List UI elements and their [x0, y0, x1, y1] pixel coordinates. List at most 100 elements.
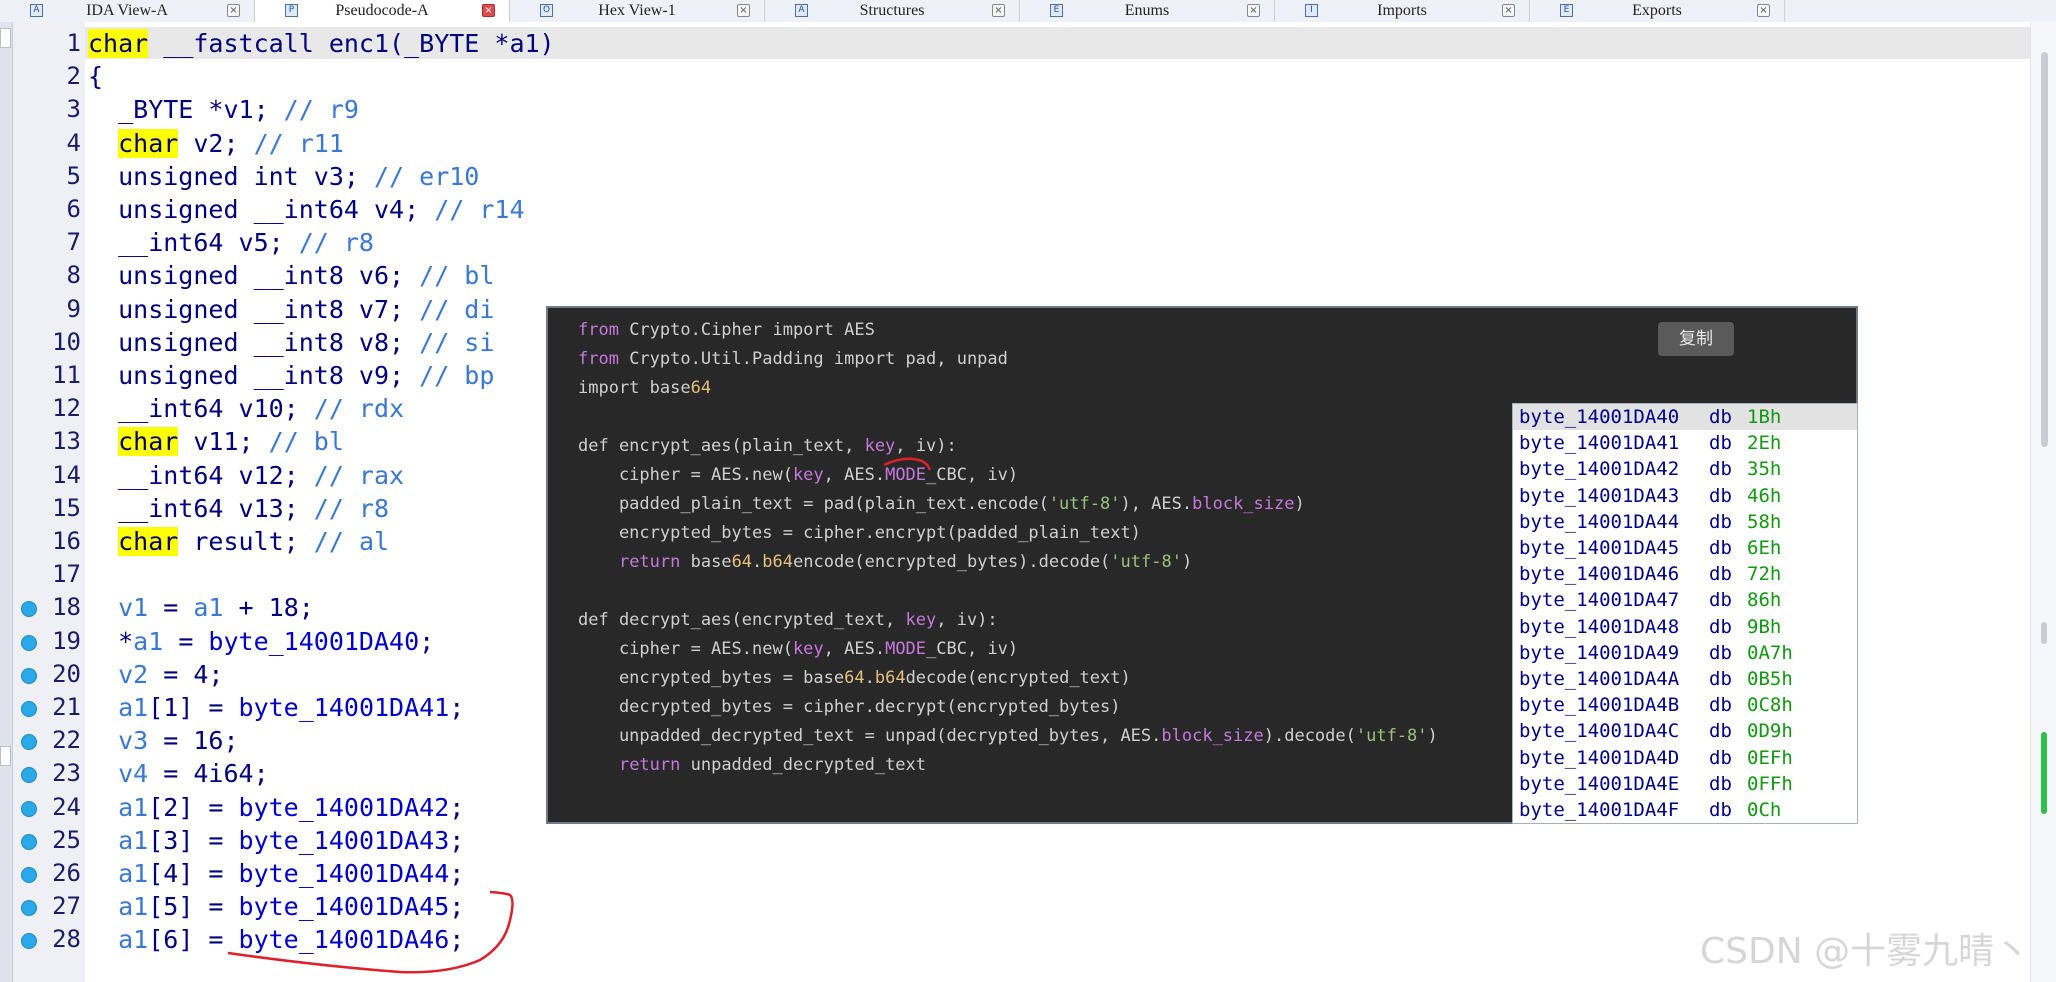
hex-list-row[interactable]: byte_14001DA42 db 35h	[1513, 456, 1857, 482]
code-token-pl: [3] =	[148, 825, 239, 855]
hex-directive: db	[1709, 510, 1732, 533]
python-token-pl: encode(encrypted_bytes).decode(	[793, 552, 1111, 572]
code-token-cmt: // al	[313, 527, 390, 556]
hex-directive: db	[1709, 406, 1732, 428]
hex-byte-value: 58h	[1747, 510, 1782, 533]
code-token-var[interactable]: a1	[118, 925, 148, 954]
code-text: v4 = 4i64;	[88, 757, 269, 790]
python-token-pl: )	[1294, 494, 1305, 514]
code-token-var[interactable]: v3	[118, 726, 148, 755]
scrollbar-thumb[interactable]	[2041, 52, 2048, 447]
code-line[interactable]: 2{	[0, 60, 2000, 93]
hex-directive: db	[1709, 458, 1732, 481]
code-line[interactable]: 27 a1[5] = byte_14001DA45;	[0, 890, 2000, 923]
hex-list-row[interactable]: byte_14001DA43 db 46h	[1513, 483, 1857, 509]
hex-list-row[interactable]: byte_14001DA4F db 0Ch	[1513, 797, 1857, 823]
tab-label: Structures	[859, 2, 925, 19]
tab-enums[interactable]: E Enums ×	[1020, 0, 1275, 22]
code-line[interactable]: 5 unsigned int v3; // er10	[0, 160, 2000, 193]
code-token-var[interactable]: v4	[118, 759, 148, 788]
tab-ida-view-a[interactable]: A IDA View-A ×	[0, 0, 255, 22]
tab-structures[interactable]: A Structures ×	[765, 0, 1020, 22]
code-token-glob[interactable]: byte_14001DA45	[239, 892, 450, 921]
hex-list-row[interactable]: byte_14001DA4E db 0FFh	[1513, 771, 1857, 797]
tab-label: Exports	[1632, 2, 1682, 19]
code-line[interactable]: 7 __int64 v5; // r8	[0, 226, 2000, 259]
code-token-glob[interactable]: byte_14001DA40	[208, 627, 419, 656]
code-token-kw: char	[118, 527, 179, 556]
tab-exports[interactable]: E Exports ×	[1530, 0, 1785, 22]
close-icon[interactable]: ×	[1757, 4, 1770, 17]
hex-list-row[interactable]: byte_14001DA4B db 0C8h	[1513, 692, 1857, 718]
python-code-line: from Crypto.Cipher import AES	[578, 316, 875, 345]
close-icon[interactable]: ×	[1502, 4, 1515, 17]
hex-list-row[interactable]: byte_14001DA46 db 72h	[1513, 561, 1857, 587]
hex-list-row[interactable]: byte_14001DA49 db 0A7h	[1513, 640, 1857, 666]
code-token-glob[interactable]: byte_14001DA42	[239, 793, 450, 822]
code-line[interactable]: 25 a1[3] = byte_14001DA43;	[0, 824, 2000, 857]
hex-list-row[interactable]: byte_14001DA4D db 0EFh	[1513, 745, 1857, 771]
hex-byte-value: 9Bh	[1747, 615, 1782, 638]
hex-list-row[interactable]: byte_14001DA4C db 0D9h	[1513, 718, 1857, 744]
code-token-var[interactable]: a1	[118, 892, 148, 921]
code-token-glob[interactable]: byte_14001DA41	[239, 693, 450, 722]
code-token-var[interactable]: v1	[118, 593, 148, 622]
close-icon[interactable]: ×	[1247, 4, 1260, 17]
python-token-pl: , AES.	[823, 465, 886, 485]
code-token-pl: =	[148, 593, 194, 623]
hex-list-row[interactable]: byte_14001DA40 db 1Bh	[1513, 404, 1857, 430]
copy-button[interactable]: 复制	[1658, 322, 1734, 356]
code-token-pl: ;	[449, 892, 465, 922]
code-token-var[interactable]: a1	[118, 826, 148, 855]
tab-label: IDA View-A	[86, 2, 168, 19]
close-icon[interactable]: ×	[992, 4, 1005, 17]
python-token-kw: from	[578, 349, 619, 369]
python-token-pl: decode(encrypted_text)	[905, 668, 1131, 688]
code-line[interactable]: 3 _BYTE *v1; // r9	[0, 93, 2000, 126]
code-text: a1[4] = byte_14001DA44;	[88, 857, 464, 890]
code-line[interactable]: 26 a1[4] = byte_14001DA44;	[0, 857, 2000, 890]
close-icon[interactable]: ×	[737, 4, 750, 17]
code-line[interactable]: 6 unsigned __int64 v4; // r14	[0, 193, 2000, 226]
code-token-var[interactable]: a1	[118, 793, 148, 822]
close-icon[interactable]: ×	[482, 4, 495, 17]
tab-imports[interactable]: I Imports ×	[1275, 0, 1530, 22]
code-line[interactable]: 8 unsigned __int8 v6; // bl	[0, 259, 2000, 292]
line-number: 23	[52, 759, 81, 788]
code-token-glob[interactable]: byte_14001DA43	[239, 826, 450, 855]
code-token-glob[interactable]: byte_14001DA44	[239, 859, 450, 888]
code-token-var[interactable]: a1	[193, 593, 223, 622]
code-text: char v2; // r11	[88, 127, 344, 160]
code-token-glob[interactable]: byte_14001DA46	[239, 925, 450, 954]
code-token-var[interactable]: v2	[118, 660, 148, 689]
line-number: 11	[52, 361, 81, 389]
hex-list-row[interactable]: byte_14001DA48 db 9Bh	[1513, 614, 1857, 640]
close-icon[interactable]: ×	[227, 4, 240, 17]
code-token-var[interactable]: a1	[133, 627, 163, 656]
hex-directive: db	[1709, 799, 1732, 821]
python-token-kw: key	[792, 639, 824, 659]
tab-pseudocode-a[interactable]: P Pseudocode-A ×	[255, 0, 510, 22]
code-text: v3 = 16;	[88, 724, 239, 757]
code-text: char __fastcall enc1(_BYTE *a1)	[88, 27, 555, 60]
code-token-var[interactable]: a1	[118, 693, 148, 722]
hex-list-row[interactable]: byte_14001DA4A db 0B5h	[1513, 666, 1857, 692]
hex-list-row[interactable]: byte_14001DA41 db 2Eh	[1513, 430, 1857, 456]
hex-list-row[interactable]: byte_14001DA45 db 6Eh	[1513, 535, 1857, 561]
code-line[interactable]: 1 char __fastcall enc1(_BYTE *a1)	[0, 27, 2000, 60]
tab-hex-view-1[interactable]: O Hex View-1 ×	[510, 0, 765, 22]
code-line[interactable]: 4 char v2; // r11	[0, 127, 2000, 160]
hex-byte-list[interactable]: byte_14001DA40 db 1Bh byte_14001DA41 db 2Ehby…	[1512, 403, 1858, 824]
hex-byte-value: 2Eh	[1747, 432, 1782, 455]
hex-list-row[interactable]: byte_14001DA47 db 86h	[1513, 587, 1857, 613]
code-token-var[interactable]: a1	[118, 859, 148, 888]
code-token-pl: = 16;	[148, 726, 239, 756]
hex-list-row[interactable]: byte_14001DA44 db 58h	[1513, 509, 1857, 535]
vertical-scrollbar[interactable]	[2030, 22, 2056, 982]
hex-byte-value: 35h	[1747, 458, 1782, 481]
